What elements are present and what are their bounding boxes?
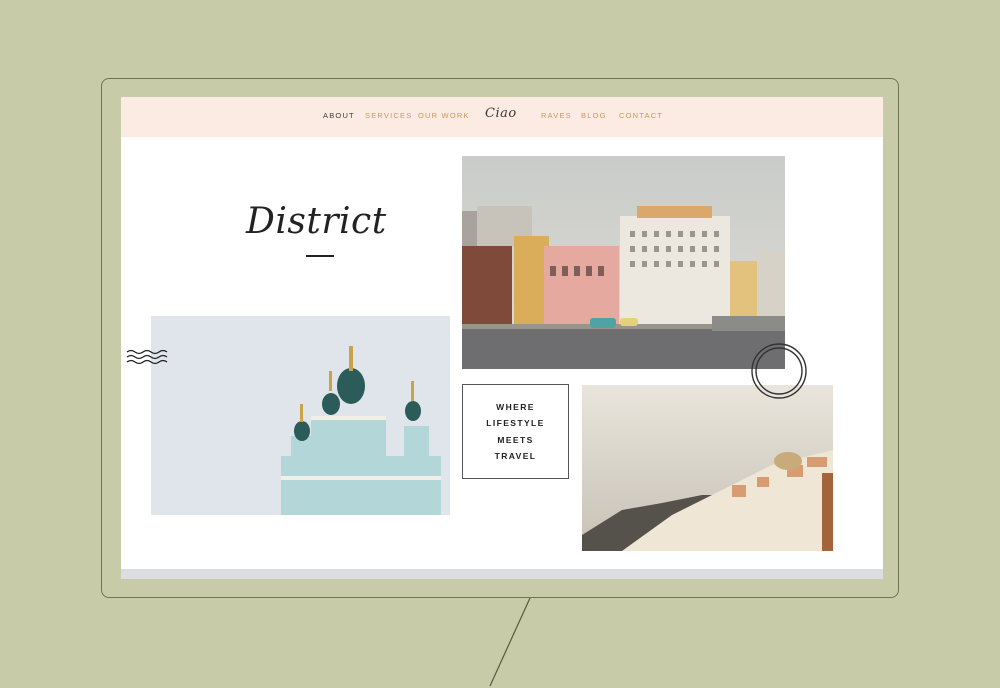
havana-street-photo (462, 156, 785, 369)
waves-icon (126, 349, 168, 365)
circle-decoration-icon (751, 343, 807, 399)
tagline-line: Meets (497, 434, 534, 445)
monitor-stand-line (489, 598, 531, 687)
brand-title: District (246, 201, 387, 242)
nav-contact[interactable]: Contact (619, 111, 663, 120)
santorini-photo (582, 385, 833, 551)
tagline-box: Where Lifestyle Meets Travel (462, 384, 569, 479)
nav-services[interactable]: Services (365, 111, 412, 120)
tagline-line: Lifestyle (486, 418, 545, 428)
nav-logo[interactable]: Ciao (485, 106, 517, 121)
tagline-line: Travel (494, 451, 537, 461)
nav-raves[interactable]: Raves (541, 111, 572, 120)
tagline-line: Where (496, 401, 535, 412)
nav-our-work[interactable]: Our Work (418, 111, 470, 120)
top-navigation: About Services Our Work Ciao Raves Blog … (121, 97, 883, 137)
brand-underline (306, 255, 334, 257)
screen-bottom-strip (121, 569, 883, 579)
nav-blog[interactable]: Blog (581, 111, 607, 120)
nav-about[interactable]: About (323, 111, 355, 120)
church-photo (151, 316, 450, 515)
website-screen: About Services Our Work Ciao Raves Blog … (121, 97, 883, 579)
